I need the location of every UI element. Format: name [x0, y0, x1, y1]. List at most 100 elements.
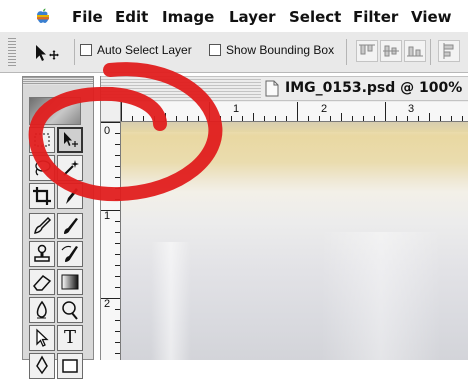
ruler-tick: [115, 276, 120, 277]
ruler-tick: [341, 113, 342, 121]
options-bar: Auto Select Layer Show Bounding Box: [0, 32, 468, 73]
auto-select-layer-label: Auto Select Layer: [97, 43, 192, 57]
ruler-tick: [275, 116, 276, 121]
brush-icon[interactable]: [57, 213, 83, 239]
ruler-tick: [132, 116, 133, 121]
document-icon: [265, 80, 279, 97]
ruler-tick: [198, 116, 199, 121]
apple-logo-icon[interactable]: [34, 7, 52, 25]
healing-brush-icon[interactable]: [29, 213, 55, 239]
photo-highlight: [151, 242, 191, 360]
menu-layer[interactable]: Layer: [229, 8, 276, 26]
slice-icon[interactable]: [57, 183, 83, 209]
toolbox-logo[interactable]: [29, 97, 81, 125]
ruler-tick: [330, 116, 331, 121]
toolbox-title-bar[interactable]: [23, 77, 93, 85]
pen-tool-icon[interactable]: [29, 353, 55, 379]
ruler-tick: [319, 116, 320, 121]
ruler-tick: [165, 113, 166, 121]
ruler-tick: [115, 320, 120, 321]
ruler-tick: [115, 188, 120, 189]
ruler-tick: [264, 116, 265, 121]
menu-filter[interactable]: Filter: [353, 8, 398, 26]
path-selection-icon[interactable]: [29, 325, 55, 351]
align-bottom-edges-icon[interactable]: [404, 40, 426, 62]
show-bounding-box-checkbox[interactable]: [209, 44, 221, 56]
ruler-tick: [187, 116, 188, 121]
menu-edit[interactable]: Edit: [115, 8, 148, 26]
move-tool-icon[interactable]: [57, 127, 83, 153]
ruler-tick: [115, 342, 120, 343]
ruler-tick: [297, 102, 298, 121]
image-canvas[interactable]: [121, 122, 468, 360]
ruler-tick: [121, 102, 122, 121]
ruler-tick: [231, 116, 232, 121]
ruler-tick: [209, 102, 210, 121]
menu-image[interactable]: Image: [162, 8, 214, 26]
align-vertical-centers-icon[interactable]: [380, 40, 402, 62]
options-separator: [346, 39, 347, 65]
blur-icon[interactable]: [29, 297, 55, 323]
vertical-ruler[interactable]: 0 1 2: [101, 122, 121, 360]
ruler-tick: [220, 116, 221, 121]
ruler-tick: [396, 116, 397, 121]
ruler-label: 1: [233, 103, 240, 115]
ruler-tick: [451, 116, 452, 121]
gradient-icon[interactable]: [57, 269, 83, 295]
ruler-tick: [101, 210, 120, 211]
auto-select-layer-checkbox[interactable]: [80, 44, 92, 56]
type-tool-glyph: T: [63, 327, 76, 348]
ruler-tick: [143, 116, 144, 121]
menu-view[interactable]: View: [411, 8, 452, 26]
rectangular-marquee-icon[interactable]: [29, 127, 55, 153]
ruler-tick: [101, 298, 120, 299]
document-title: IMG_0153.psd @ 100% (: [285, 80, 468, 96]
ruler-tick: [286, 116, 287, 121]
ruler-tick: [115, 287, 120, 288]
document-title-bar[interactable]: IMG_0153.psd @ 100% (: [101, 76, 468, 103]
lasso-icon[interactable]: [29, 155, 55, 181]
ruler-tick: [115, 265, 120, 266]
ruler-tick: [115, 254, 120, 255]
ruler-tick: [115, 232, 120, 233]
rectangle-shape-icon[interactable]: [57, 353, 83, 379]
dodge-icon[interactable]: [57, 297, 83, 323]
document-window: IMG_0153.psd @ 100% ( 1 2 3 0 1 2: [100, 76, 468, 360]
crop-icon[interactable]: [29, 183, 55, 209]
eraser-icon[interactable]: [29, 269, 55, 295]
ruler-tick: [462, 116, 463, 121]
ruler-tick: [440, 116, 441, 121]
ruler-tick: [363, 116, 364, 121]
options-bar-grip[interactable]: [8, 38, 16, 66]
ruler-tick: [115, 221, 120, 222]
align-top-edges-icon[interactable]: [356, 40, 378, 62]
align-left-edges-icon[interactable]: [438, 40, 460, 62]
options-separator: [430, 39, 431, 65]
horizontal-ruler[interactable]: 1 2 3: [121, 102, 468, 122]
ruler-label: 3: [408, 103, 415, 115]
ruler-tick: [253, 113, 254, 121]
history-brush-icon[interactable]: [57, 241, 83, 267]
ruler-tick: [385, 102, 386, 121]
ruler-tick: [429, 113, 430, 121]
photo-highlight: [321, 232, 441, 360]
ruler-label: 1: [104, 210, 111, 222]
magic-wand-icon[interactable]: [57, 155, 83, 181]
ruler-tick: [101, 122, 120, 123]
ruler-tick: [115, 309, 120, 310]
ruler-origin[interactable]: [101, 102, 121, 122]
ruler-tick: [115, 155, 120, 156]
ruler-label: 2: [321, 103, 328, 115]
move-tool-icon[interactable]: [32, 42, 66, 64]
options-separator: [74, 39, 75, 65]
clone-stamp-icon[interactable]: [29, 241, 55, 267]
type-tool-icon[interactable]: T: [57, 325, 83, 351]
ruler-tick: [115, 166, 120, 167]
ruler-label: 0: [104, 125, 111, 137]
ruler-label: 2: [104, 298, 111, 310]
menu-select[interactable]: Select: [289, 8, 341, 26]
menu-file[interactable]: File: [72, 8, 103, 26]
ruler-tick: [115, 177, 120, 178]
show-bounding-box-label: Show Bounding Box: [226, 43, 335, 57]
ruler-tick: [242, 116, 243, 121]
